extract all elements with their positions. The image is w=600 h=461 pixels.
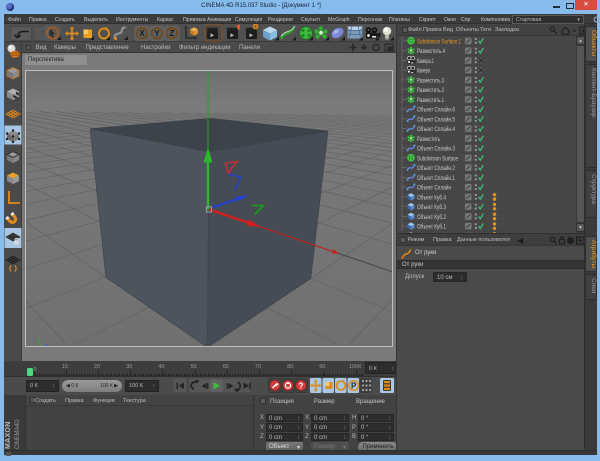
svg-text:Объект Куб.3: Объект Куб.3 — [417, 203, 446, 211]
svg-text:Объект Сплайн.4: Объект Сплайн.4 — [417, 125, 455, 133]
svg-text:Z: Z — [170, 29, 175, 38]
svg-text:Объект Сплайн.3: Объект Сплайн.3 — [417, 145, 455, 153]
svg-text:Разместить.4: Разместить.4 — [417, 48, 445, 55]
svg-text:Камера: Камера — [417, 68, 430, 75]
svg-text:Subdivision Surface.1: Subdivision Surface.1 — [417, 38, 461, 45]
svg-text:Объект Сплайн.6: Объект Сплайн.6 — [417, 106, 455, 114]
svg-text:Разместить: Разместить — [417, 136, 440, 143]
svg-text:P: P — [351, 382, 357, 391]
svg-text:?: ? — [298, 381, 303, 391]
svg-text:Объект Сплайн.5: Объект Сплайн.5 — [417, 115, 455, 123]
svg-text:Объект Сплайн: Объект Сплайн — [417, 184, 451, 192]
svg-text:Разместить.3: Разместить.3 — [417, 77, 444, 84]
svg-text:X: X — [139, 29, 145, 38]
svg-text:Y: Y — [154, 29, 160, 38]
svg-text:Объект Куб.2: Объект Куб.2 — [417, 213, 446, 221]
svg-text:Объект Сплайн.2: Объект Сплайн.2 — [417, 164, 455, 172]
svg-text:Объект Куб.1: Объект Куб.1 — [417, 223, 446, 231]
svg-text:Камера.1: Камера.1 — [417, 58, 434, 65]
svg-text:Разместить.1: Разместить.1 — [417, 97, 444, 104]
svg-text:Разместить.2: Разместить.2 — [417, 87, 444, 94]
svg-text:Объект Куб.4: Объект Куб.4 — [417, 193, 446, 201]
svg-text:Объект Сплайн.1: Объект Сплайн.1 — [417, 174, 455, 182]
svg-text:Subdivision Surface: Subdivision Surface — [417, 155, 458, 162]
